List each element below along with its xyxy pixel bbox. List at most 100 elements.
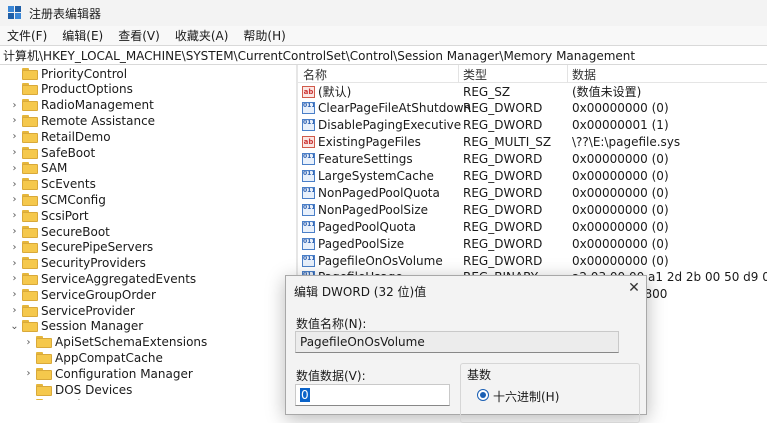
chevron-right-icon[interactable]: › <box>10 131 19 142</box>
folder-icon <box>22 241 38 254</box>
tree-item[interactable]: DOS Devices <box>0 381 296 398</box>
tree-item[interactable]: › SafeBoot <box>0 144 296 161</box>
binary-value-icon: 011 110 <box>302 203 315 216</box>
chevron-right-icon[interactable]: › <box>10 242 19 253</box>
tree-item[interactable]: › RadioManagement <box>0 97 296 114</box>
binary-value-icon: 011 110 <box>302 153 315 166</box>
tree-item[interactable]: › Configuration Manager <box>0 365 296 382</box>
tree-item[interactable]: › SecurityProviders <box>0 255 296 272</box>
folder-icon <box>36 367 52 380</box>
value-type: REG_DWORD <box>463 236 543 251</box>
value-type: REG_SZ <box>463 84 511 99</box>
value-name-field[interactable]: PagefileOnOsVolume <box>295 331 619 353</box>
chevron-right-icon[interactable]: › <box>10 305 19 316</box>
address-bar[interactable]: 计算机\HKEY_LOCAL_MACHINE\SYSTEM\CurrentCon… <box>0 45 767 65</box>
edit-dword-dialog: 编辑 DWORD (32 位)值 ✕ 数值名称(N): PagefileOnOs… <box>285 275 647 423</box>
chevron-right-icon[interactable]: › <box>10 194 19 205</box>
folder-icon <box>36 383 52 396</box>
chevron-down-icon[interactable]: ⌄ <box>10 321 19 332</box>
column-separator[interactable] <box>458 65 459 83</box>
radio-hex[interactable] <box>477 389 489 401</box>
chevron-right-icon[interactable]: › <box>10 258 19 269</box>
column-separator[interactable] <box>567 65 568 83</box>
chevron-right-icon[interactable]: › <box>10 147 19 158</box>
column-header-name[interactable]: 名称 <box>303 66 327 83</box>
binary-value-icon: 011 110 <box>302 220 315 233</box>
tree-item[interactable]: AppCompatCache <box>0 349 296 366</box>
list-header: 名称 类型 数据 <box>298 65 767 83</box>
tree-item[interactable]: › ApiSetSchemaExtensions <box>0 334 296 351</box>
chevron-right-icon[interactable]: › <box>10 273 19 284</box>
list-item[interactable]: 011 110PagefileOnOsVolume REG_DWORD 0x0000… <box>298 252 767 269</box>
chevron-right-icon[interactable]: › <box>10 210 19 221</box>
tree-item[interactable]: › ServiceProvider <box>0 302 296 319</box>
chevron-right-icon[interactable]: › <box>24 368 33 379</box>
menu-edit[interactable]: 编辑(E) <box>55 27 111 44</box>
menu-file[interactable]: 文件(F) <box>0 27 55 44</box>
value-data: 0x00000000 (0) <box>572 219 669 234</box>
chevron-right-icon[interactable]: › <box>24 337 33 348</box>
tree-item[interactable]: › RetailDemo <box>0 128 296 145</box>
column-header-type[interactable]: 类型 <box>463 66 487 83</box>
chevron-right-icon[interactable]: › <box>10 179 19 190</box>
binary-value-icon: 011 110 <box>302 102 315 115</box>
tree-item[interactable]: › SCMConfig <box>0 191 296 208</box>
value-name: PagefileOnOsVolume <box>318 253 443 268</box>
tree-item[interactable]: › SecurePipeServers <box>0 239 296 256</box>
value-name: PagedPoolQuota <box>318 219 416 234</box>
tree-item-label: AppCompatCache <box>55 350 163 365</box>
binary-value-icon: 011 110 <box>302 237 315 250</box>
column-header-data[interactable]: 数据 <box>572 66 596 83</box>
tree-item[interactable]: › ServiceGroupOrder <box>0 286 296 303</box>
value-name: FeatureSettings <box>318 152 413 167</box>
tree-item[interactable]: › ScsiPort <box>0 207 296 224</box>
tree-item-label: SCMConfig <box>41 192 106 207</box>
tree-item-label: ProductOptions <box>41 82 133 97</box>
list-item[interactable]: 011 110PagedPoolSize REG_DWORD 0x00000000 … <box>298 235 767 252</box>
value-name: (默认) <box>318 85 352 99</box>
menu-favorites[interactable]: 收藏夹(A) <box>168 27 237 44</box>
folder-icon <box>22 162 38 175</box>
list-item[interactable]: ab (默认) REG_SZ (数值未设置) <box>298 83 767 100</box>
list-item[interactable]: ab ExistingPageFiles REG_MULTI_SZ \??\E:\pa… <box>298 134 767 151</box>
string-value-icon: ab <box>302 136 315 149</box>
tree-item[interactable]: ProductOptions <box>0 81 296 98</box>
string-value-icon: ab <box>302 85 315 98</box>
tree-item[interactable]: › Remote Assistance <box>0 112 296 129</box>
list-item[interactable]: 011 110NonPagedPoolSize REG_DWORD 0x000000… <box>298 201 767 218</box>
list-item[interactable]: 011 110LargeSystemCache REG_DWORD 0x000000… <box>298 168 767 185</box>
tree-item[interactable]: › ScEvents <box>0 176 296 193</box>
binary-value-icon: 011 110 <box>302 186 315 199</box>
list-item[interactable]: 011 110ClearPageFileAtShutdownREG_DWORD 0… <box>298 100 767 117</box>
value-type: REG_MULTI_SZ <box>463 135 552 150</box>
tree-item[interactable]: › SecureBoot <box>0 223 296 240</box>
registry-tree[interactable]: PriorityControl ProductOptions › RadioManag… <box>0 65 296 400</box>
value-name-label: 数值名称(N): <box>296 317 367 331</box>
value-data: 0x00000000 (0) <box>572 202 669 217</box>
chevron-right-icon[interactable]: › <box>10 115 19 126</box>
tree-item-label: ScsiPort <box>41 208 89 223</box>
tree-item[interactable]: › SAM <box>0 160 296 177</box>
list-item[interactable]: 011 110DisablePagingExecutiveREG_DWORD 0x… <box>298 117 767 134</box>
menu-view[interactable]: 查看(V) <box>111 27 168 44</box>
chevron-right-icon[interactable]: › <box>10 163 19 174</box>
list-item[interactable]: 011 110PagedPoolQuota REG_DWORD 0x00000000… <box>298 218 767 235</box>
chevron-right-icon[interactable]: › <box>10 289 19 300</box>
value-name: LargeSystemCache <box>318 169 434 183</box>
value-data-field[interactable]: 0 <box>295 384 450 406</box>
chevron-right-icon[interactable]: › <box>10 100 19 111</box>
list-item[interactable]: 011 110FeatureSettings REG_DWORD 0x0000000… <box>298 151 767 168</box>
tree-item[interactable]: PriorityControl <box>0 65 296 82</box>
close-icon[interactable]: ✕ <box>626 280 642 296</box>
value-name: DisablePagingExecutive <box>318 118 462 133</box>
list-item[interactable]: 011 110NonPagedPoolQuota REG_DWORD 0x00000… <box>298 184 767 201</box>
tree-item-label: RetailDemo <box>41 129 111 144</box>
binary-value-icon: 011 110 <box>302 254 315 267</box>
value-data: 0x00000000 (0) <box>572 152 669 167</box>
tree-item[interactable]: › ServiceAggregatedEvents <box>0 270 296 287</box>
chevron-right-icon[interactable]: › <box>10 226 19 237</box>
menu-help[interactable]: 帮助(H) <box>236 27 293 44</box>
radio-hex-label[interactable]: 十六进制(H) <box>493 388 559 405</box>
tree-item[interactable]: ⌄ Session Manager <box>0 318 296 335</box>
folder-icon <box>36 351 52 364</box>
